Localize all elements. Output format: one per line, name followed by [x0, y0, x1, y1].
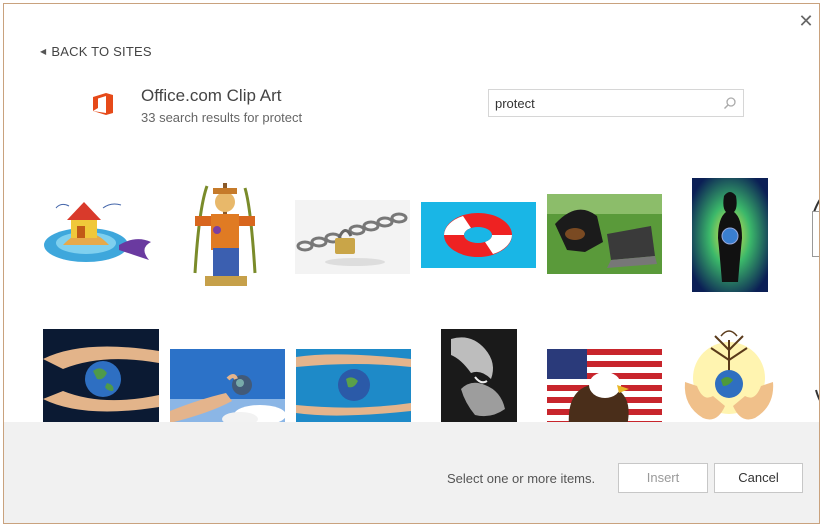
- woman-globe-photo[interactable]: [692, 178, 768, 292]
- scroll-thumb[interactable]: [812, 211, 819, 257]
- selection-hint: Select one or more items.: [447, 471, 596, 486]
- back-to-sites-link[interactable]: ◀ BACK TO SITES: [40, 44, 152, 59]
- search-input[interactable]: [489, 90, 711, 116]
- life-ring-photo[interactable]: [421, 202, 536, 268]
- scroll-down-icon[interactable]: [812, 384, 820, 410]
- clip-art-dialog: ✕ ◀ BACK TO SITES Office.com Clip Art 33…: [3, 3, 820, 524]
- search-box[interactable]: [488, 89, 744, 117]
- provider-title: Office.com Clip Art: [141, 86, 282, 105]
- close-icon[interactable]: ✕: [795, 10, 817, 32]
- house-island-clipart[interactable]: [41, 190, 155, 270]
- office-logo-icon: [93, 93, 113, 115]
- back-label: BACK TO SITES: [51, 44, 152, 59]
- results-count: 33 search results for protect: [141, 110, 303, 125]
- chain-padlock-photo[interactable]: [295, 200, 410, 274]
- eagle-flag-photo[interactable]: [547, 349, 662, 426]
- tree-globe-hands-clipart[interactable]: [677, 326, 781, 426]
- search-icon[interactable]: [723, 96, 737, 110]
- hands-around-earth-photo[interactable]: [296, 349, 411, 422]
- hands-bw-photo[interactable]: [441, 329, 517, 426]
- hand-holding-globe-photo[interactable]: [170, 349, 285, 426]
- insert-button[interactable]: Insert: [618, 463, 708, 493]
- hands-earth-photo[interactable]: [43, 329, 159, 426]
- cancel-button[interactable]: Cancel: [714, 463, 803, 493]
- caret-left-icon: ◀: [40, 47, 47, 56]
- dog-laptop-photo[interactable]: [547, 194, 662, 274]
- scarecrow-clipart[interactable]: [187, 178, 263, 292]
- dialog-footer: Select one or more items. Insert Cancel: [4, 422, 819, 523]
